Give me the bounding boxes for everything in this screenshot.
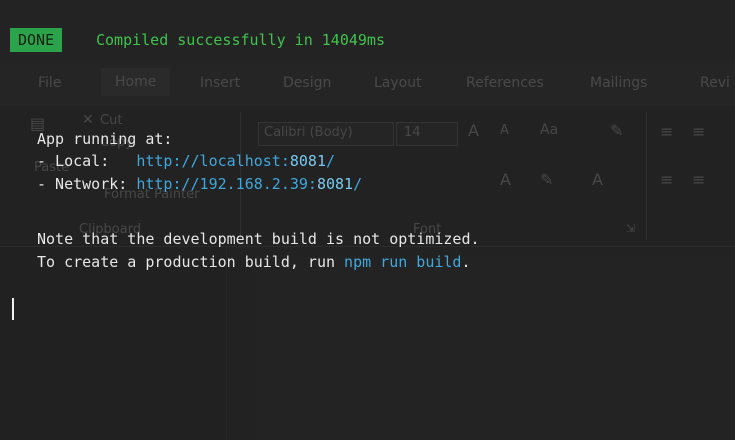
network-url-suffix[interactable]: / [353,175,362,193]
local-url-suffix[interactable]: / [326,152,335,170]
network-port[interactable]: 8081 [317,175,353,193]
production-note-prefix: To create a production build, run [37,253,345,271]
local-port[interactable]: 8081 [290,152,326,170]
screen: File Home Insert Design Layout Reference… [0,0,735,440]
network-address-line: - Network: http://192.168.2.39:8081/ [37,173,362,195]
network-label: - Network: [37,175,137,193]
app-running-heading: App running at: [37,130,173,148]
local-address-line: - Local: http://localhost:8081/ [37,150,335,172]
local-url[interactable]: http://localhost: [136,152,290,170]
compile-status-message: Compiled successfully in 14049ms [96,31,385,49]
build-command: npm run build [344,253,462,271]
dev-build-note: Note that the development build is not o… [37,230,480,248]
network-url[interactable]: http://192.168.2.39: [136,175,317,193]
local-label: - Local: [37,152,137,170]
production-note-suffix: . [461,253,471,271]
terminal[interactable]: DONE Compiled successfully in 14049ms Ap… [0,0,735,440]
text-cursor [12,298,14,320]
production-build-note: To create a production build, run npm ru… [37,251,470,273]
done-badge: DONE [10,28,63,52]
